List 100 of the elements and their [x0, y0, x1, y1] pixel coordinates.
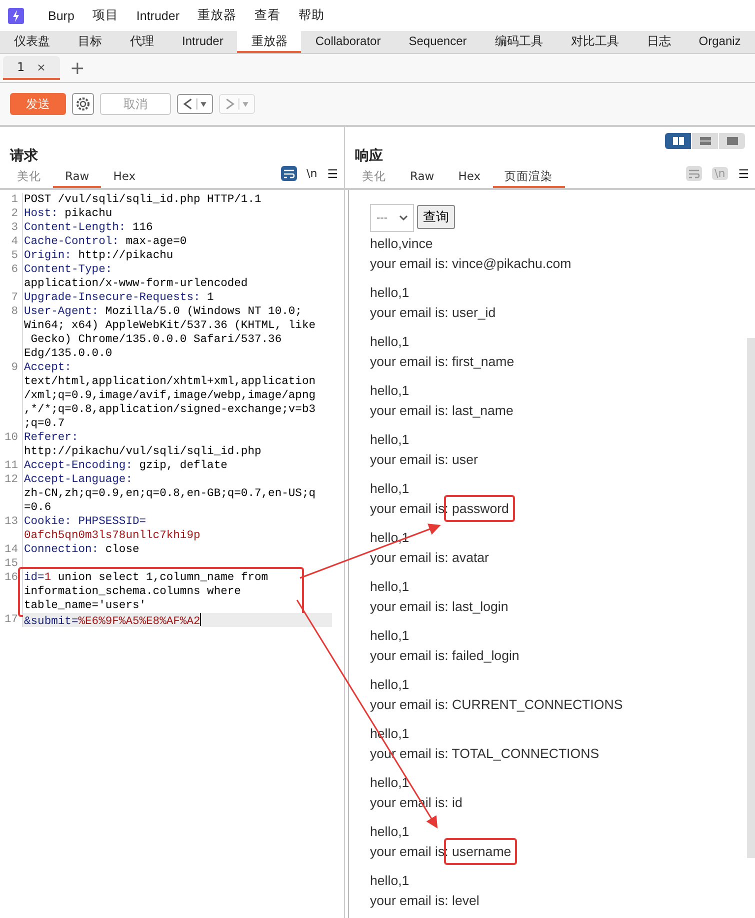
- tool-tab[interactable]: Sequencer: [394, 31, 481, 53]
- code-line: Gecko) Chrome/135.0.0.0 Safari/537.36: [30, 333, 283, 347]
- code-line: User-Agent: Mozilla/5.0 (Windows NT 10.0;: [24, 305, 303, 319]
- menu-button[interactable]: ☰: [327, 166, 338, 180]
- email-label: your email is:: [370, 598, 448, 614]
- editor-tab[interactable]: Raw: [53, 169, 102, 188]
- menu-item[interactable]: 查看: [246, 7, 290, 24]
- email-value: failed_login: [452, 648, 520, 662]
- tool-tab[interactable]: Organiz: [684, 31, 755, 53]
- code-line: ,*/*;q=0.8,application/signed-exchange;v=b3: [24, 403, 317, 417]
- greeting-text: hello,1: [370, 872, 410, 890]
- line-number: 3: [0, 221, 23, 235]
- menu-item[interactable]: Intruder: [127, 8, 188, 22]
- code-line: id=1 union select 1,column_name from: [24, 571, 270, 585]
- greeting-text: hello,1: [370, 823, 410, 841]
- editor-tab[interactable]: Raw: [398, 169, 446, 188]
- editor-tab[interactable]: Hex: [446, 169, 493, 188]
- menu-item[interactable]: 重放器: [188, 7, 246, 24]
- email-value: CURRENT_CONNECTIONS: [452, 696, 623, 712]
- email-label: your email is:: [370, 892, 448, 908]
- tool-tab[interactable]: 仪表盘: [0, 31, 64, 53]
- settings-button[interactable]: [72, 93, 94, 115]
- code-line: &submit=%E6%9F%A5%E8%AF%A2: [24, 613, 332, 627]
- editor-tab[interactable]: 美化: [5, 169, 53, 188]
- line-number: 8: [0, 305, 23, 361]
- code-line: Cache-Control: max-age=0: [24, 235, 188, 249]
- scrollbar[interactable]: [747, 338, 755, 858]
- greeting-text: hello,vince: [370, 235, 434, 253]
- tool-tab[interactable]: 代理: [116, 31, 168, 53]
- code-line: Host: pikachu: [24, 207, 114, 221]
- menu-item[interactable]: Burp: [39, 8, 84, 22]
- repeater-tab[interactable]: 1 ×: [3, 56, 60, 80]
- editor-tab[interactable]: 页面渲染: [492, 169, 565, 188]
- email-value: first_name: [452, 354, 514, 368]
- wrap-lines-icon[interactable]: [686, 166, 702, 181]
- menu-item[interactable]: 项目: [83, 7, 128, 24]
- line-number: 13: [0, 515, 23, 543]
- query-button[interactable]: 查询: [417, 205, 455, 229]
- tool-tab[interactable]: 日志: [632, 31, 685, 53]
- back-button[interactable]: [177, 94, 213, 114]
- user-select[interactable]: ---: [370, 204, 414, 232]
- line-number: 5: [0, 249, 23, 263]
- line-number: 12: [0, 473, 23, 515]
- tool-tab[interactable]: Intruder: [168, 31, 238, 53]
- close-tab-button[interactable]: ×: [36, 60, 46, 74]
- tool-tab[interactable]: 重放器: [237, 31, 302, 53]
- editor-tab[interactable]: Hex: [101, 169, 148, 188]
- panel-title: 请求: [10, 147, 38, 165]
- rows-layout-icon: [700, 137, 710, 145]
- newline-toggle[interactable]: \n: [306, 167, 318, 180]
- email-value: level: [452, 892, 480, 908]
- tool-tab[interactable]: 编码工具: [480, 31, 557, 53]
- email-label: your email is:: [370, 304, 448, 320]
- columns-layout-icon: [672, 137, 684, 145]
- code-line: Win64; x64) AppleWebKit/537.36 (KHTML, like: [24, 319, 317, 333]
- code-line: Upgrade-Insecure-Requests: 1: [24, 291, 215, 305]
- greeting-text: hello,1: [370, 627, 410, 645]
- gear-icon: [75, 96, 91, 112]
- menu-button[interactable]: ☰: [738, 166, 749, 180]
- tool-tab[interactable]: Collaborator: [301, 31, 395, 53]
- editor-tab[interactable]: 美化: [350, 169, 398, 188]
- code-line: Cookie: PHPSESSID=: [24, 515, 148, 529]
- email-value: username: [452, 844, 512, 858]
- new-tab-button[interactable]: +: [70, 58, 85, 78]
- greeting-text: hello,1: [370, 578, 410, 596]
- code-line: Origin: http://pikachu: [24, 249, 174, 263]
- code-line: /xml;q=0.9,image/avif,image/webp,image/apng: [24, 389, 317, 403]
- line-number: 10: [0, 431, 23, 459]
- tool-tab[interactable]: 目标: [64, 31, 116, 53]
- tool-tab[interactable]: 对比工具: [556, 31, 633, 53]
- greeting-text: hello,1: [370, 480, 410, 498]
- code-line: text/html,application/xhtml+xml,application: [24, 375, 317, 389]
- email-value: user_id: [452, 304, 496, 320]
- email-label: your email is:: [370, 696, 448, 712]
- code-line: Content-Type:: [24, 263, 114, 277]
- line-number: 15: [0, 557, 23, 571]
- email-value: TOTAL_CONNECTIONS: [452, 746, 600, 760]
- line-number: 9: [0, 361, 23, 431]
- code-line: Referer:: [24, 431, 80, 445]
- chevron-icon: [398, 215, 408, 221]
- greeting-text: hello,1: [370, 382, 410, 400]
- rows-layout-button[interactable]: [692, 133, 718, 149]
- app-logo-icon: [8, 8, 24, 24]
- email-label: your email is:: [370, 550, 448, 564]
- code-line: table_name='users': [24, 599, 148, 613]
- line-number: 4: [0, 235, 23, 249]
- email-value: vince@pikachu.com: [452, 256, 572, 270]
- greeting-text: hello,1: [370, 284, 410, 302]
- greeting-text: hello,1: [370, 774, 410, 792]
- single-layout-button[interactable]: [719, 133, 745, 149]
- email-label: your email is:: [370, 402, 448, 418]
- menu-item[interactable]: 帮助: [290, 7, 334, 24]
- wrap-lines-icon[interactable]: [280, 166, 297, 181]
- code-line: zh-CN,zh;q=0.9,en;q=0.8,en-GB;q=0.7,en-US;q: [24, 487, 317, 501]
- columns-layout-button[interactable]: [665, 133, 691, 149]
- greeting-text: hello,1: [370, 431, 410, 449]
- code-line: POST /vul/sqli/sqli_id.php HTTP/1.1: [24, 193, 262, 207]
- greeting-text: hello,1: [370, 676, 410, 694]
- line-number: 14: [0, 543, 23, 557]
- code-line: http://pikachu/vul/sqli/sqli_id.php: [24, 445, 262, 459]
